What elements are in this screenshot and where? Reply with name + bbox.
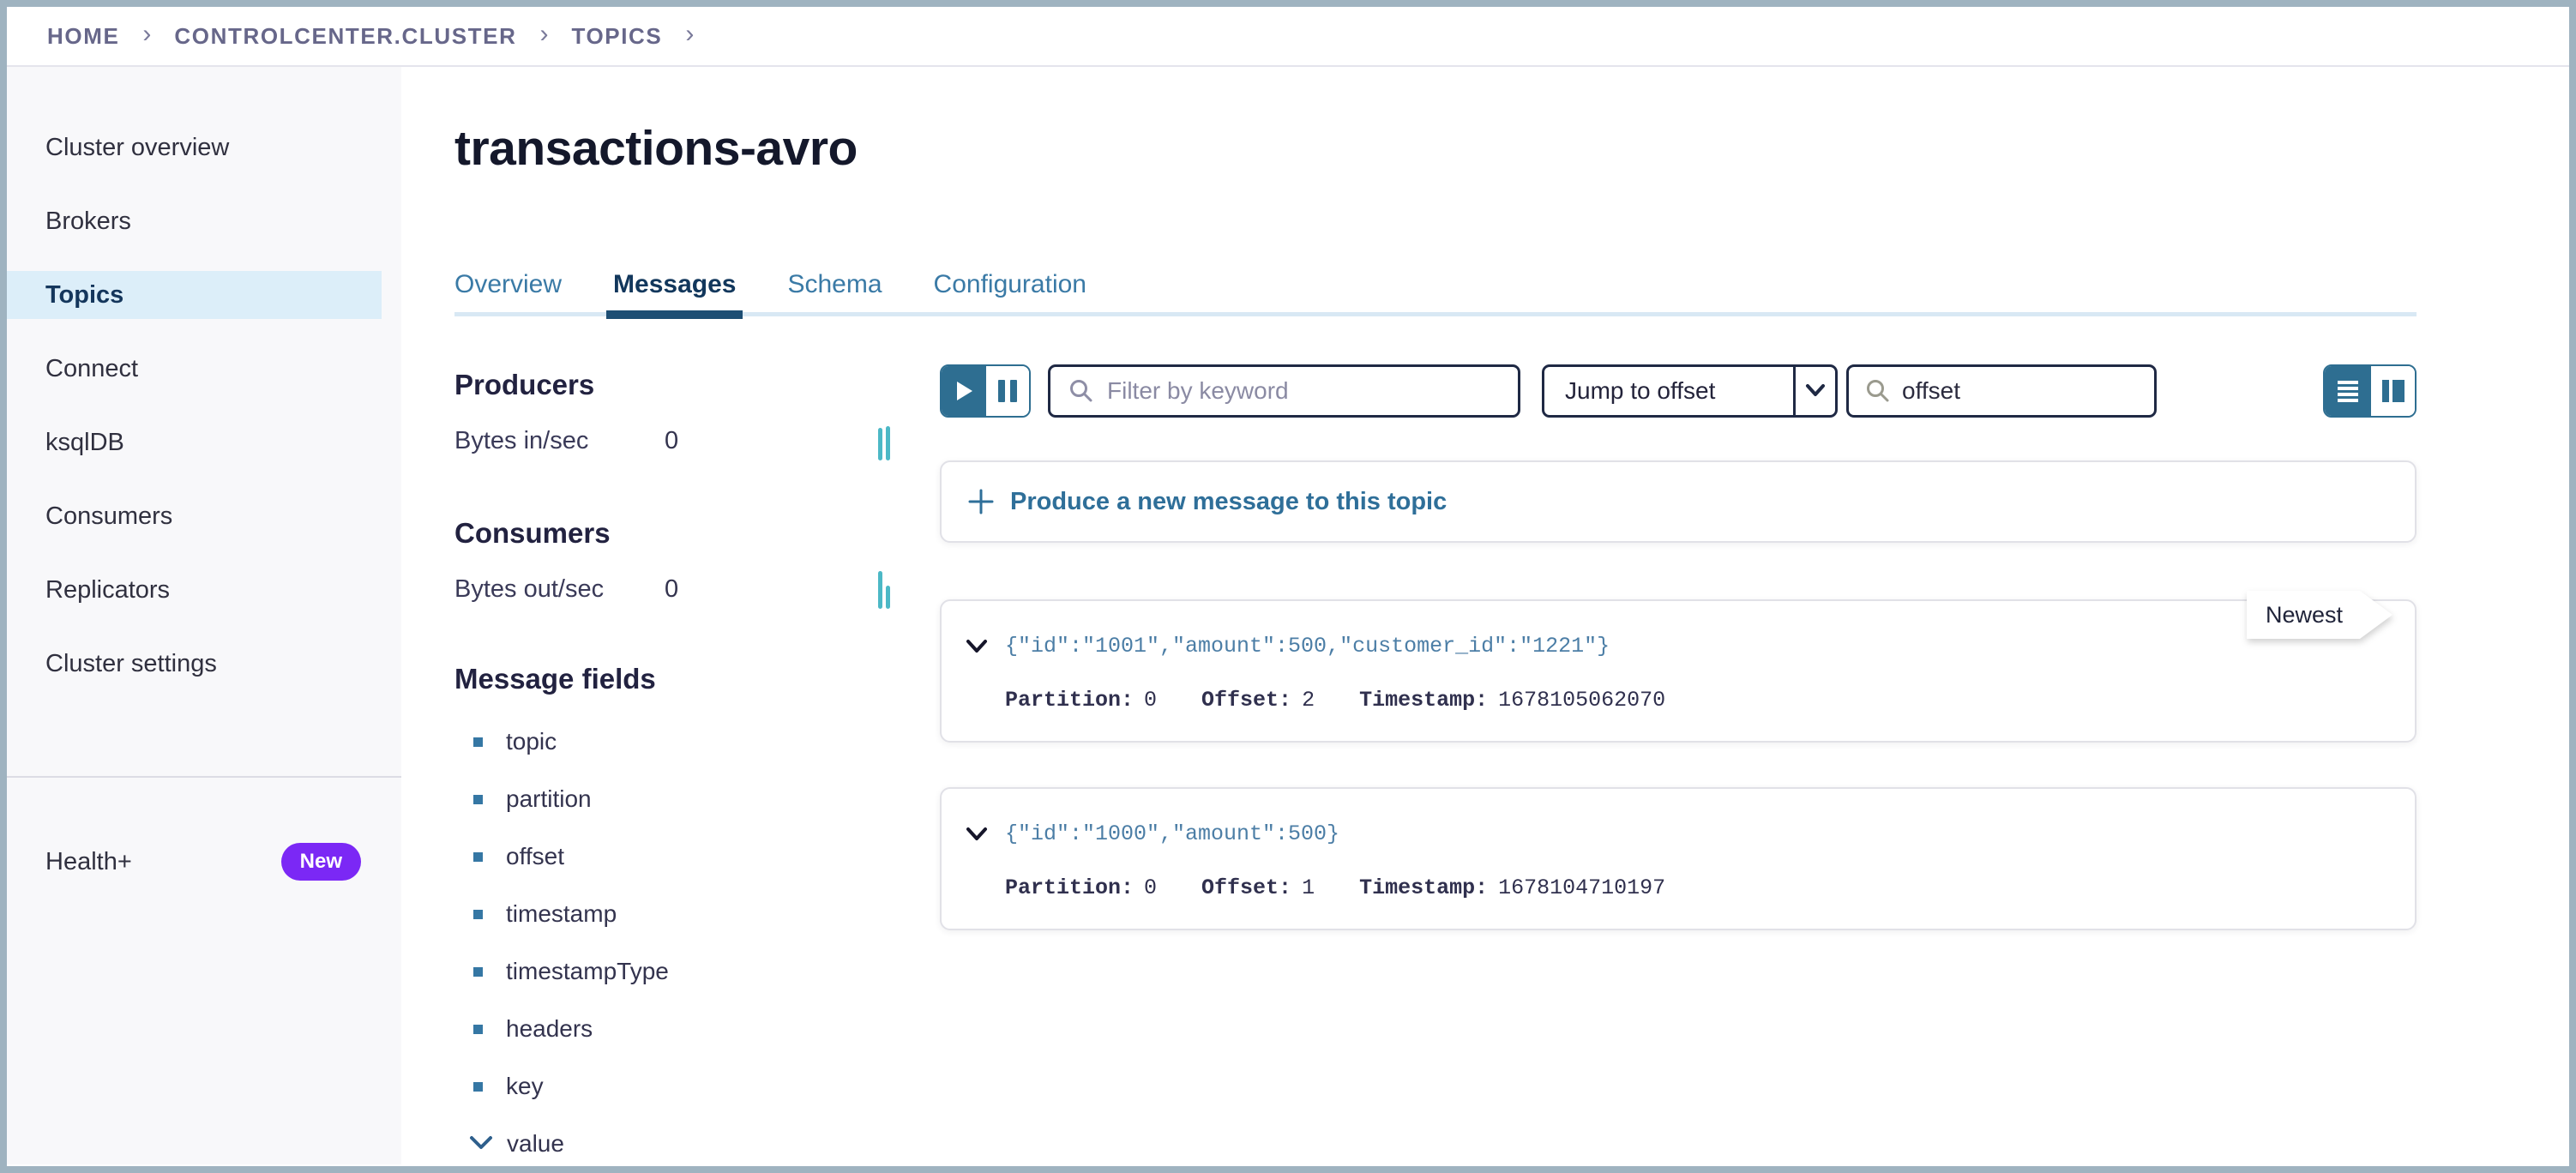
bullet-square-icon [473,1082,483,1092]
pause-icon [998,380,1005,402]
play-icon [953,378,975,404]
column-view-icon [2382,380,2389,402]
tab-schema[interactable]: Schema [787,269,882,300]
message-fields-list: topic partition offset timestamp timesta… [454,725,940,1161]
search-icon [1864,377,1892,405]
plus-icon [967,488,995,515]
chevron-right-icon: › [142,21,151,51]
sidebar-item-connect[interactable]: Connect [7,345,401,393]
field-topic[interactable]: topic [454,725,940,759]
bytes-in-value: 0 [665,427,678,455]
breadcrumb: HOME › CONTROLCENTER.CLUSTER › TOPICS › [7,7,2569,67]
page-title: transactions-avro [454,120,2417,177]
select-chevron-cell[interactable] [1793,367,1835,415]
field-headers[interactable]: headers [454,1012,940,1046]
bullet-square-icon [473,967,483,977]
bullet-square-icon [473,737,483,747]
bytes-out-row: Bytes out/sec 0 [454,572,940,606]
new-badge: New [281,843,361,881]
jump-to-offset-value: Jump to offset [1544,377,1793,405]
partition-value: 0 [1144,875,1157,900]
bytes-out-label: Bytes out/sec [454,575,665,604]
sidebar-divider [7,776,401,778]
field-partition[interactable]: partition [454,782,940,816]
chevron-right-icon: › [685,21,694,51]
pause-button[interactable] [986,366,1029,416]
messages-panel: Jump to offset [940,364,2417,1173]
messages-toolbar: Jump to offset [940,364,2417,418]
list-view-button[interactable] [2325,366,2371,416]
sidebar-item-replicators[interactable]: Replicators [7,566,401,614]
keyword-filter-box [1048,364,1520,418]
sidebar-item-topics[interactable]: Topics [7,271,382,319]
sidebar-footer: Health+ New [45,838,361,886]
bullet-square-icon [473,910,483,919]
keyword-filter-input[interactable] [1107,377,1518,405]
chevron-down-icon [1803,382,1827,400]
offset-value: 2 [1302,688,1315,713]
chevron-down-icon[interactable] [966,639,988,654]
offset-search-box [1846,364,2157,418]
tab-underline-track [454,312,2417,316]
bytes-in-sparkline [878,421,890,460]
breadcrumb-item-topics[interactable]: TOPICS [571,23,662,50]
tab-messages[interactable]: Messages [613,269,736,300]
sidebar-item-brokers[interactable]: Brokers [7,197,401,245]
field-value[interactable]: value [454,1127,940,1161]
field-key[interactable]: key [454,1069,940,1104]
newest-flag: Newest [2247,591,2394,639]
breadcrumb-item-cluster[interactable]: CONTROLCENTER.CLUSTER [174,23,516,50]
sidebar-item-ksqldb[interactable]: ksqlDB [7,418,401,466]
produce-message-button[interactable]: Produce a new message to this topic [940,460,2417,543]
field-timestamp[interactable]: timestamp [454,897,940,931]
metrics-panel: Producers Bytes in/sec 0 Consumers Bytes… [454,364,940,1173]
offset-search-input[interactable] [1902,377,2154,405]
message-card: Newest {"id":"1001","amount":500,"custom… [940,599,2417,743]
tab-bar: Overview Messages Schema Configuration [454,269,2417,300]
bullet-square-icon [473,795,483,804]
tab-configuration[interactable]: Configuration [934,269,1086,300]
sidebar-item-cluster-overview[interactable]: Cluster overview [7,123,401,171]
bullet-square-icon [473,852,483,862]
play-button[interactable] [942,366,986,416]
field-timestamp-type[interactable]: timestampType [454,954,940,989]
main-content: transactions-avro Overview Messages Sche… [401,67,2569,1164]
sidebar-item-consumers[interactable]: Consumers [7,492,401,540]
message-value[interactable]: {"id":"1000","amount":500} [1005,821,1339,846]
bytes-in-row: Bytes in/sec 0 [454,424,940,458]
message-fields-heading: Message fields [454,663,940,695]
chevron-down-icon [468,1134,494,1155]
message-meta: Partition:0 Offset:1 Timestamp:167810471… [1005,875,1665,900]
view-mode-toggle [2323,364,2417,418]
bytes-out-value: 0 [665,575,678,604]
produce-message-label: Produce a new message to this topic [1010,488,1447,516]
bytes-in-label: Bytes in/sec [454,427,665,455]
tab-overview[interactable]: Overview [454,269,562,300]
field-offset[interactable]: offset [454,839,940,874]
bullet-square-icon [473,1025,483,1034]
app-window: HOME › CONTROLCENTER.CLUSTER › TOPICS › … [0,0,2576,1173]
list-view-icon [2336,380,2360,402]
breadcrumb-item-home[interactable]: HOME [47,23,119,50]
search-icon [1068,377,1095,405]
column-view-button[interactable] [2371,366,2415,416]
bytes-out-sparkline [878,569,890,609]
sidebar-item-health-plus[interactable]: Health+ [45,848,132,876]
timestamp-value: 1678105062070 [1498,688,1665,713]
play-pause-toggle [940,364,1031,418]
message-meta: Partition:0 Offset:2 Timestamp:167810506… [1005,688,1665,713]
message-card: {"id":"1000","amount":500} Partition:0 O… [940,787,2417,930]
timestamp-value: 1678104710197 [1498,875,1665,900]
sidebar: Cluster overview Brokers Topics Connect … [7,67,401,1164]
producers-heading: Producers [454,369,940,401]
sidebar-item-cluster-settings[interactable]: Cluster settings [7,640,401,688]
consumers-heading: Consumers [454,517,940,550]
newest-flag-label: Newest [2247,591,2362,639]
chevron-right-icon: › [539,21,548,51]
message-value[interactable]: {"id":"1001","amount":500,"customer_id":… [1005,634,1610,659]
partition-value: 0 [1144,688,1157,713]
offset-value: 1 [1302,875,1315,900]
chevron-down-icon[interactable] [966,827,988,842]
jump-to-offset-select[interactable]: Jump to offset [1542,364,1838,418]
